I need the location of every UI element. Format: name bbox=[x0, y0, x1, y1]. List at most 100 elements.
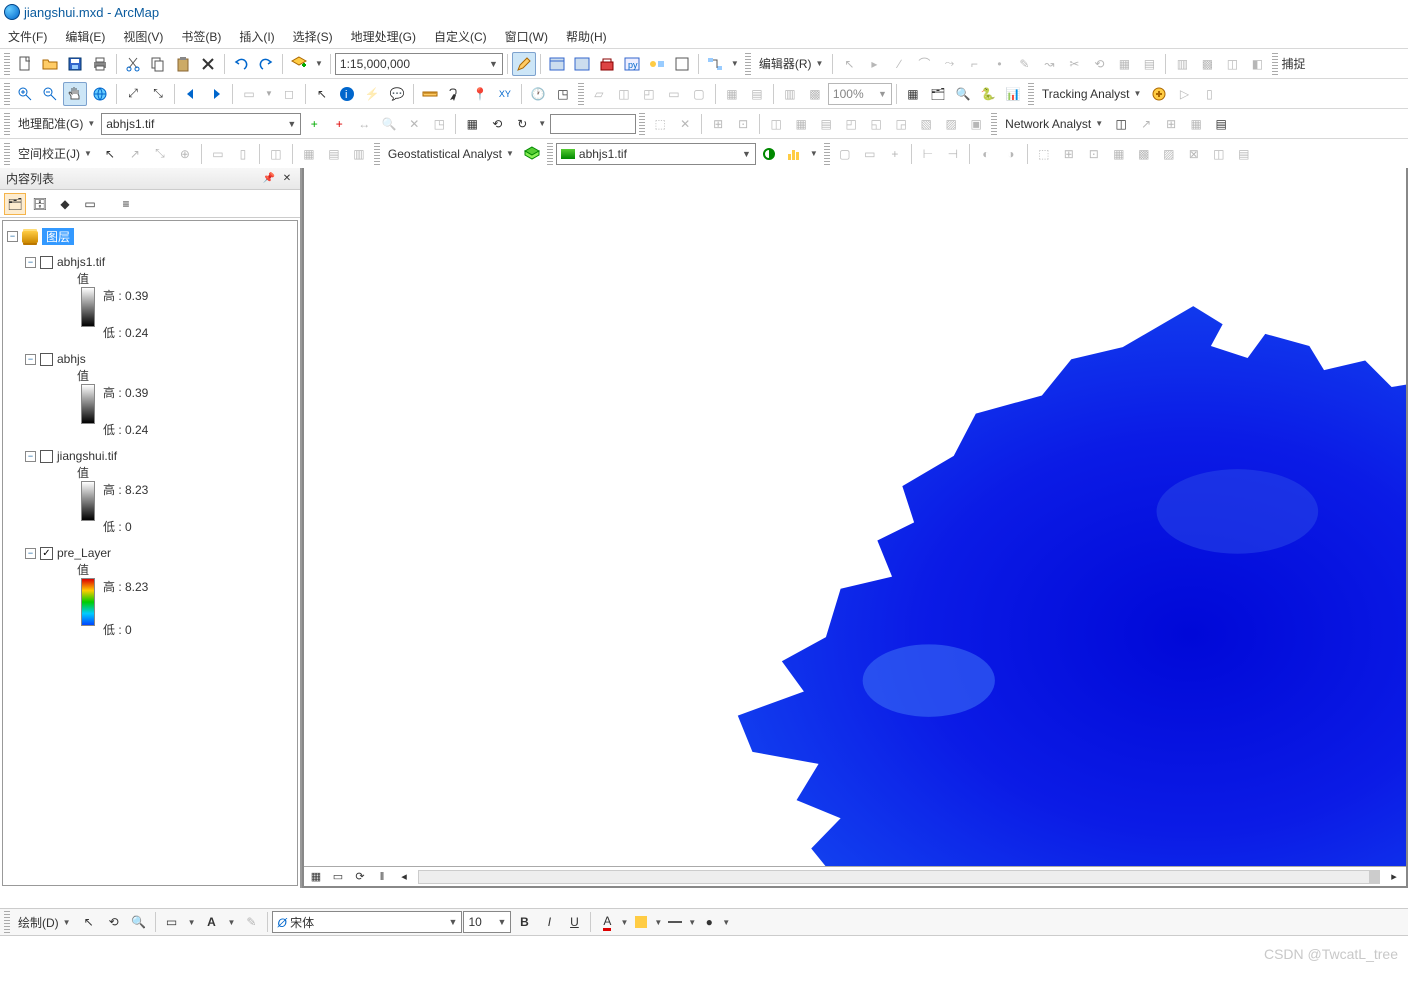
georef-rotation-input[interactable] bbox=[550, 114, 636, 134]
refresh-icon[interactable]: ⟳ bbox=[352, 869, 368, 885]
zoom-in-icon[interactable] bbox=[13, 82, 37, 106]
rectangle-icon[interactable]: ▭ bbox=[160, 910, 184, 934]
capture-label[interactable]: 捕捉 bbox=[1281, 55, 1305, 72]
add-data-button[interactable] bbox=[287, 52, 311, 76]
toc-pin-icon[interactable]: 📌 bbox=[262, 172, 276, 186]
toc-tab-drawing-order[interactable]: 🗂 bbox=[4, 193, 26, 215]
delete-button[interactable] bbox=[196, 52, 220, 76]
python-icon[interactable]: 🐍 bbox=[976, 82, 1000, 106]
rotate-graphic-icon[interactable]: ⟲ bbox=[102, 910, 126, 934]
toolbar-grip[interactable] bbox=[4, 911, 10, 933]
full-extent-icon[interactable] bbox=[88, 82, 112, 106]
toc-root-label[interactable]: 图层 bbox=[42, 228, 74, 245]
find-route-icon[interactable]: 📍 bbox=[468, 82, 492, 106]
menu-bookmarks[interactable]: 书签(B) bbox=[181, 28, 221, 45]
toolbar-grip[interactable] bbox=[4, 83, 10, 105]
zoom-out-icon[interactable] bbox=[38, 82, 62, 106]
catalog-window-icon[interactable] bbox=[545, 52, 569, 76]
menu-edit[interactable]: 编辑(E) bbox=[65, 28, 105, 45]
tree-collapse-icon[interactable]: − bbox=[25, 548, 36, 559]
georeferencing-menu[interactable]: 地理配准(G)▼ bbox=[13, 112, 100, 136]
menu-geoprocessing[interactable]: 地理处理(G) bbox=[351, 28, 416, 45]
auto-adjust-icon[interactable]: ⟲ bbox=[485, 112, 509, 136]
copy-button[interactable] bbox=[146, 52, 170, 76]
save-button[interactable] bbox=[63, 52, 87, 76]
zoom-pct-combo[interactable]: 100%▼ bbox=[828, 83, 892, 105]
scroll-left-icon[interactable]: ◂ bbox=[396, 869, 412, 885]
na-window-icon[interactable]: ◫ bbox=[1109, 112, 1133, 136]
open-button[interactable] bbox=[38, 52, 62, 76]
marker-color-icon[interactable]: ● bbox=[697, 910, 721, 934]
fill-color-icon[interactable] bbox=[629, 910, 653, 934]
spatial-adjustment-menu[interactable]: 空间校正(J)▼ bbox=[13, 142, 97, 166]
delete-control-point-icon[interactable]: + bbox=[327, 112, 351, 136]
toolbar-grip[interactable] bbox=[4, 143, 10, 165]
text-tool-icon[interactable]: A bbox=[200, 910, 224, 934]
editor-toolbar-icon[interactable] bbox=[512, 52, 536, 76]
time-slider-icon[interactable]: 🕐 bbox=[526, 82, 550, 106]
python-window-icon[interactable]: py bbox=[620, 52, 644, 76]
toolbar-grip[interactable] bbox=[4, 113, 10, 135]
layer-checkbox[interactable] bbox=[40, 353, 53, 366]
goto-xy-icon[interactable]: XY bbox=[493, 82, 517, 106]
toolbar-grip[interactable] bbox=[578, 83, 584, 105]
toc-tab-selection[interactable]: ▭ bbox=[79, 193, 101, 215]
results-icon[interactable]: 📊 bbox=[1001, 82, 1025, 106]
layer-name[interactable]: abhjs1.tif bbox=[57, 255, 105, 269]
flow-icon[interactable] bbox=[703, 52, 727, 76]
histogram-icon[interactable] bbox=[782, 142, 806, 166]
toc-tab-visibility[interactable]: ◆ bbox=[54, 193, 76, 215]
layer-checkbox[interactable] bbox=[40, 450, 53, 463]
toolbar-grip[interactable] bbox=[547, 143, 553, 165]
layer-checkbox[interactable] bbox=[40, 547, 53, 560]
tracking-add-icon[interactable] bbox=[1147, 82, 1171, 106]
table-icon[interactable]: ▦ bbox=[901, 82, 925, 106]
measure-icon[interactable] bbox=[418, 82, 442, 106]
zoom-graphic-icon[interactable]: 🔍 bbox=[127, 910, 151, 934]
sa-select-icon[interactable]: ↖ bbox=[98, 142, 122, 166]
select-elements-icon[interactable]: ↖ bbox=[310, 82, 334, 106]
layer-name[interactable]: abhjs bbox=[57, 352, 86, 366]
menu-window[interactable]: 窗口(W) bbox=[505, 28, 548, 45]
back-icon[interactable] bbox=[179, 82, 203, 106]
tracking-analyst-menu[interactable]: Tracking Analyst▼ bbox=[1037, 82, 1147, 106]
georef-layer-combo[interactable]: abhjs1.tif▼ bbox=[101, 113, 301, 135]
tree-collapse-icon[interactable]: − bbox=[25, 257, 36, 268]
link-table-icon[interactable]: ▦ bbox=[460, 112, 484, 136]
forward-icon[interactable] bbox=[204, 82, 228, 106]
h-scrollbar[interactable] bbox=[418, 870, 1380, 884]
select-graphic-icon[interactable]: ↖ bbox=[77, 910, 101, 934]
catalog-icon[interactable]: 🗂 bbox=[926, 82, 950, 106]
map-view[interactable]: ▦ ▭ ⟳ ‖ ◂ ▸ bbox=[302, 168, 1408, 888]
editor-menu[interactable]: 编辑器(R)▼ bbox=[754, 52, 829, 76]
cut-button[interactable] bbox=[121, 52, 145, 76]
scroll-right-icon[interactable]: ▸ bbox=[1386, 869, 1402, 885]
fixed-zoom-out-icon[interactable]: ⤡ bbox=[146, 82, 170, 106]
create-viewer-icon[interactable]: ◳ bbox=[551, 82, 575, 106]
geostatistical-analyst-menu[interactable]: Geostatistical Analyst▼ bbox=[383, 142, 519, 166]
geostat-layer-combo[interactable]: abhjs1.tif ▼ bbox=[556, 143, 756, 165]
layout-view-icon[interactable]: ▭ bbox=[330, 869, 346, 885]
menu-view[interactable]: 视图(V) bbox=[123, 28, 163, 45]
scale-combo[interactable]: 1:15,000,000▼ bbox=[335, 53, 503, 75]
menu-selection[interactable]: 选择(S) bbox=[293, 28, 333, 45]
line-color-icon[interactable] bbox=[663, 910, 687, 934]
font-name-combo[interactable]: Ø 宋体▼ bbox=[272, 911, 462, 933]
toolbar-grip[interactable] bbox=[639, 113, 645, 135]
layer-name[interactable]: jiangshui.tif bbox=[57, 449, 117, 463]
toolbar-grip[interactable] bbox=[374, 143, 380, 165]
toolbar-grip[interactable] bbox=[1028, 83, 1034, 105]
pause-drawing-icon[interactable]: ‖ bbox=[374, 869, 390, 885]
toc-tab-options[interactable]: ≡ bbox=[115, 193, 137, 215]
underline-icon[interactable]: U bbox=[562, 910, 586, 934]
pan-icon[interactable] bbox=[63, 82, 87, 106]
fixed-zoom-in-icon[interactable]: ⤢ bbox=[121, 82, 145, 106]
arc-toolbox-icon[interactable] bbox=[595, 52, 619, 76]
na-options-icon[interactable]: ▤ bbox=[1209, 112, 1233, 136]
layer-checkbox[interactable] bbox=[40, 256, 53, 269]
tree-collapse-icon[interactable]: − bbox=[25, 451, 36, 462]
geostat-wizard-icon[interactable] bbox=[520, 142, 544, 166]
add-control-point-icon[interactable]: + bbox=[302, 112, 326, 136]
layer-name[interactable]: pre_Layer bbox=[57, 546, 111, 560]
network-analyst-menu[interactable]: Network Analyst▼ bbox=[1000, 112, 1108, 136]
